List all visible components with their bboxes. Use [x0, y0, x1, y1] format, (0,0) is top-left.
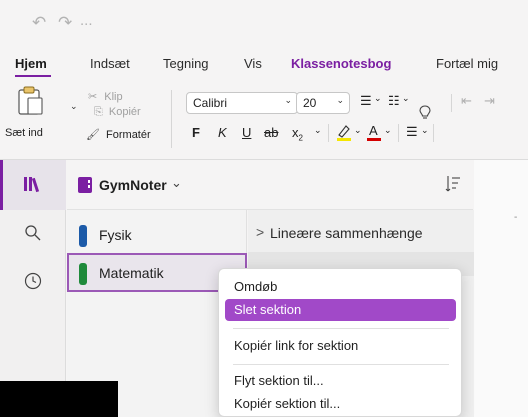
- menu-rename[interactable]: Omdøb: [225, 276, 456, 298]
- svg-text:A: A: [369, 123, 378, 138]
- redaction-box: [0, 381, 118, 417]
- chevron-down-icon[interactable]: ⌄: [314, 125, 322, 136]
- format-painter-button[interactable]: 🖌 Formatér: [86, 128, 151, 141]
- section-item-fysik[interactable]: Fysik: [67, 215, 247, 255]
- section-context-menu: Omdøb Slet sektion Kopiér link for sekti…: [218, 268, 462, 417]
- notebooks-icon[interactable]: [23, 175, 43, 198]
- numbered-list-icon[interactable]: ☷: [388, 93, 400, 109]
- paste-label: Sæt ind: [5, 127, 43, 139]
- align-icon[interactable]: ☰: [406, 124, 418, 140]
- subscript-mark: 2: [298, 133, 303, 143]
- section-color-chip: [79, 263, 87, 285]
- copy-button[interactable]: ⎘ Kopiér: [94, 106, 141, 119]
- notebook-icon: [78, 177, 92, 198]
- undo-icon[interactable]: ↶: [32, 13, 46, 33]
- decrease-indent-icon[interactable]: ⇤: [461, 93, 472, 109]
- tab-tegning[interactable]: Tegning: [163, 56, 209, 71]
- highlighter-icon[interactable]: [336, 123, 352, 144]
- page-canvas[interactable]: -: [474, 160, 528, 417]
- italic-button[interactable]: K: [218, 125, 227, 140]
- paste-caret-icon[interactable]: ⌄: [70, 101, 78, 112]
- clipboard-icon: [17, 86, 45, 119]
- recent-clock-icon[interactable]: [24, 272, 42, 295]
- search-icon[interactable]: [24, 224, 42, 247]
- page-item[interactable]: > Lineære sammenhænge: [248, 218, 474, 252]
- section-label: Fysik: [99, 227, 132, 243]
- font-name-select[interactable]: Calibri ⌄: [186, 92, 298, 114]
- format-label: Formatér: [106, 129, 151, 141]
- redo-icon[interactable]: ↷: [58, 13, 72, 33]
- menu-separator: [233, 364, 449, 365]
- scissors-icon: ✂: [88, 91, 98, 103]
- brush-icon: 🖌: [86, 129, 100, 141]
- chevron-down-icon[interactable]: ⌄: [384, 125, 392, 136]
- increase-indent-icon[interactable]: ⇥: [484, 93, 495, 109]
- chevron-down-icon[interactable]: ⌄: [374, 93, 382, 104]
- underline-button[interactable]: U: [242, 125, 251, 140]
- menu-move-section[interactable]: Flyt sektion til...: [225, 370, 456, 392]
- chevron-down-icon[interactable]: ⌄: [421, 125, 429, 136]
- quick-access-bar: ↶ ↷ ...: [0, 0, 528, 44]
- notebook-header[interactable]: GymNoter ⌄: [67, 160, 473, 210]
- tab-indsaet[interactable]: Indsæt: [90, 56, 130, 71]
- chevron-down-icon[interactable]: ⌄: [402, 93, 410, 104]
- font-size-value: 20: [303, 96, 317, 110]
- tab-klassenotesbog[interactable]: Klassenotesbog: [291, 56, 391, 71]
- chevron-down-icon: ⌄: [284, 95, 292, 105]
- tab-tell-me[interactable]: Fortæl mig: [436, 56, 498, 71]
- font-name-value: Calibri: [193, 96, 228, 110]
- bullet-list-icon[interactable]: ☰: [360, 93, 372, 109]
- paste-button[interactable]: ⌄ Sæt ind: [5, 86, 78, 146]
- menu-copy-link[interactable]: Kopiér link for sektion: [225, 335, 456, 357]
- copy-icon: ⎘: [94, 106, 103, 118]
- chevron-down-icon[interactable]: ⌄: [354, 125, 362, 136]
- ribbon-toolbar: ⌄ Sæt ind ✂ Klip ⎘ Kopiér 🖌 Formatér Cal…: [0, 80, 528, 154]
- copy-label: Kopiér: [108, 106, 141, 118]
- strikethrough-button[interactable]: ab: [264, 125, 278, 140]
- subscript-button[interactable]: x2: [292, 125, 303, 143]
- font-size-select[interactable]: 20 ⌄: [296, 92, 350, 114]
- cut-label: Klip: [104, 91, 123, 103]
- cursor-mark: -: [514, 212, 518, 223]
- chevron-down-icon: ⌄: [336, 95, 344, 105]
- ribbon-tabs: Hjem Indsæt Tegning Vis Klassenotesbog F…: [0, 50, 528, 119]
- font-color-icon[interactable]: A: [366, 122, 382, 145]
- tab-vis[interactable]: Vis: [244, 56, 262, 71]
- chevron-down-icon: ⌄: [171, 175, 182, 190]
- section-label: Matematik: [99, 265, 164, 281]
- section-color-chip: [79, 225, 87, 247]
- bold-button[interactable]: F: [192, 125, 200, 140]
- sort-icon[interactable]: [445, 175, 461, 198]
- page-label: Lineære sammenhænge: [270, 225, 423, 241]
- more-button[interactable]: ...: [80, 12, 93, 29]
- rail-active-indicator: [0, 160, 3, 210]
- notebook-name: GymNoter: [99, 177, 167, 193]
- chevron-right-icon: >: [256, 224, 265, 240]
- tab-hjem[interactable]: Hjem: [15, 56, 47, 71]
- menu-copy-section[interactable]: Kopiér sektion til...: [225, 393, 456, 415]
- menu-delete-section[interactable]: Slet sektion: [225, 299, 456, 321]
- menu-separator: [233, 328, 449, 329]
- active-tab-indicator: [15, 75, 51, 77]
- cut-button[interactable]: ✂ Klip: [88, 90, 123, 103]
- navigation-rail: [0, 160, 66, 417]
